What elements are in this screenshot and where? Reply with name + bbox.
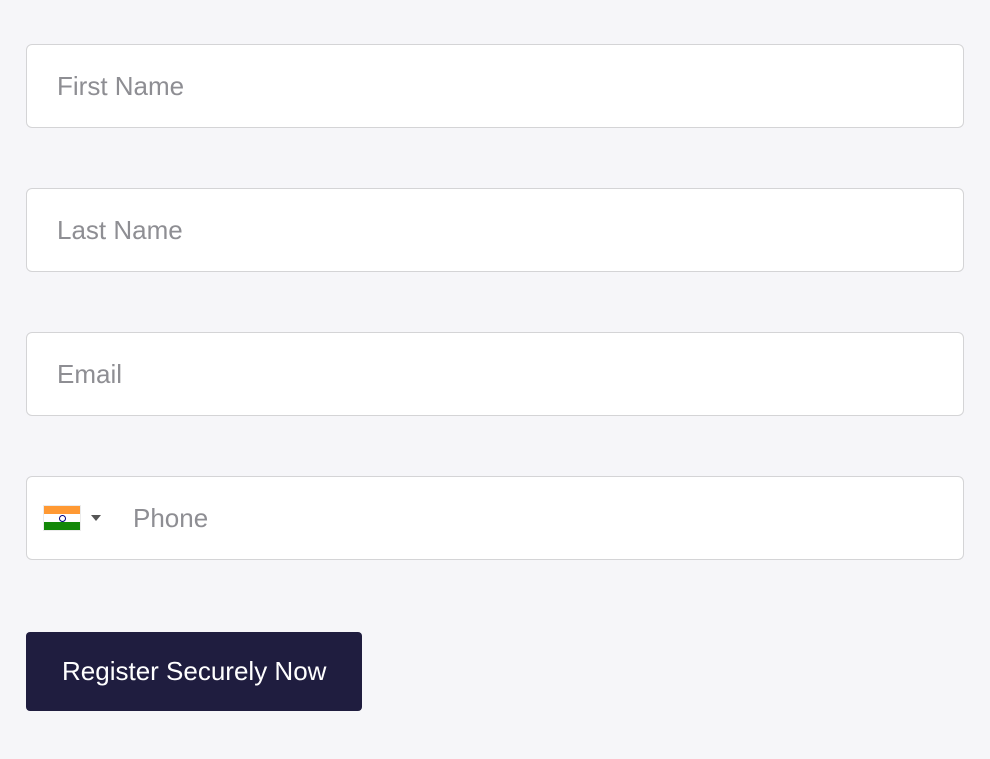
chevron-down-icon bbox=[91, 515, 101, 521]
country-selector[interactable] bbox=[43, 505, 119, 531]
registration-form: Register Securely Now bbox=[26, 44, 964, 711]
last-name-input[interactable] bbox=[26, 188, 964, 272]
first-name-input[interactable] bbox=[26, 44, 964, 128]
phone-input[interactable] bbox=[119, 477, 963, 559]
register-button[interactable]: Register Securely Now bbox=[26, 632, 362, 711]
phone-field-wrapper bbox=[26, 476, 964, 560]
india-flag-icon bbox=[43, 505, 81, 531]
email-input[interactable] bbox=[26, 332, 964, 416]
